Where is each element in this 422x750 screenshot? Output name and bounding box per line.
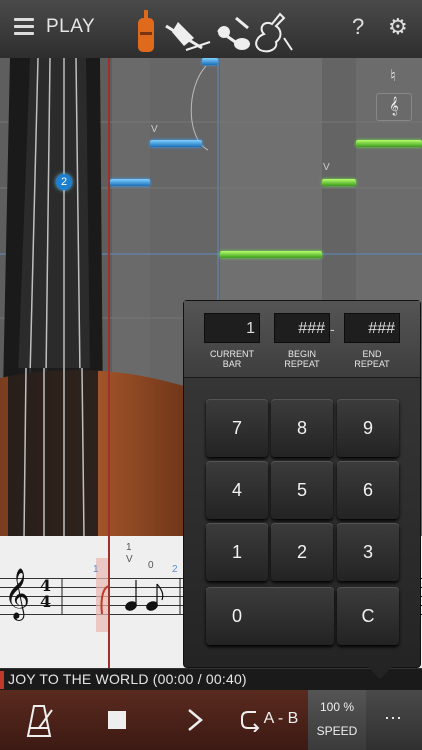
- key-9[interactable]: 9: [337, 399, 399, 457]
- bowing-icon[interactable]: [165, 22, 211, 51]
- ab-label: A - B: [263, 710, 299, 727]
- current-bar-label: CURRENT BAR: [210, 349, 254, 369]
- key-0[interactable]: 0: [206, 587, 334, 645]
- key-6[interactable]: 6: [337, 461, 399, 519]
- begin-repeat-field[interactable]: ###: [274, 313, 330, 343]
- violin-small-icon[interactable]: ♮: [376, 64, 410, 90]
- playhead: [108, 58, 110, 668]
- song-info-bar: JOY TO THE WORLD (00:00 / 00:40): [0, 668, 422, 691]
- speed-label: SPEED: [316, 724, 358, 738]
- violin-icon[interactable]: [138, 10, 154, 52]
- mode-icons: [138, 10, 293, 53]
- end-repeat-label: END REPEAT: [354, 349, 390, 369]
- note-bar: [322, 179, 356, 186]
- bow-mark: V: [126, 554, 133, 565]
- violin-body: [0, 368, 190, 536]
- finger-position-marker: 2: [56, 174, 72, 190]
- play-mode-label: PLAY: [46, 16, 96, 37]
- bar-readouts: 1 ### - ### CURRENT BAR BEGIN REPEAT END…: [184, 301, 420, 378]
- note-bar: [150, 140, 202, 147]
- position-marker: [0, 671, 4, 689]
- gear-icon[interactable]: ⚙: [388, 14, 408, 40]
- more-button[interactable]: ⋯: [366, 690, 422, 750]
- bar-keypad-popup: 1 ### - ### CURRENT BAR BEGIN REPEAT END…: [183, 300, 421, 679]
- hands-icon[interactable]: [217, 16, 250, 50]
- note-bar: [356, 140, 422, 147]
- fingering-mark: 1: [93, 564, 99, 575]
- begin-repeat-label: BEGIN REPEAT: [284, 349, 320, 369]
- bow-mark: V: [323, 162, 330, 173]
- fingering-mark: 2: [172, 564, 178, 575]
- stop-button[interactable]: [78, 690, 157, 750]
- note-bar: [110, 179, 150, 186]
- stop-icon: [108, 711, 126, 729]
- top-bar: PLAY ? ⚙: [0, 0, 422, 59]
- treble-clef-icon[interactable]: 𝄞: [376, 93, 412, 121]
- transport-bar: A - B 100 % SPEED ⋯: [0, 690, 422, 750]
- key-4[interactable]: 4: [206, 461, 268, 519]
- key-8[interactable]: 8: [271, 399, 333, 457]
- bow-mark: V: [151, 124, 158, 135]
- violin-outline-icon[interactable]: [255, 12, 293, 53]
- end-repeat-field[interactable]: ###: [344, 313, 400, 343]
- fingering-mark: 1: [126, 542, 132, 553]
- hamburger-icon[interactable]: [14, 18, 34, 36]
- metronome-button[interactable]: [0, 690, 79, 750]
- song-title[interactable]: JOY TO THE WORLD (00:00 / 00:40): [8, 671, 247, 687]
- key-7[interactable]: 7: [206, 399, 268, 457]
- note-bar: [202, 58, 218, 65]
- key-5[interactable]: 5: [271, 461, 333, 519]
- current-bar-field[interactable]: 1: [204, 313, 260, 343]
- speed-value: 100 %: [319, 700, 355, 714]
- clef-panel: ♮ 𝄞: [376, 64, 412, 121]
- play-button[interactable]: [156, 690, 235, 750]
- repeat-separator: -: [330, 321, 335, 337]
- key-2[interactable]: 2: [271, 523, 333, 581]
- key-clear[interactable]: C: [337, 587, 399, 645]
- speed-control[interactable]: 100 % SPEED: [308, 690, 367, 750]
- ab-repeat-button[interactable]: A - B: [234, 690, 309, 750]
- play-chevron-icon: [188, 709, 203, 731]
- help-button[interactable]: ?: [352, 14, 364, 40]
- note-bar: [220, 251, 322, 258]
- metronome-icon: [26, 705, 53, 737]
- key-1[interactable]: 1: [206, 523, 268, 581]
- key-3[interactable]: 3: [337, 523, 399, 581]
- fingering-mark: 0: [148, 560, 154, 571]
